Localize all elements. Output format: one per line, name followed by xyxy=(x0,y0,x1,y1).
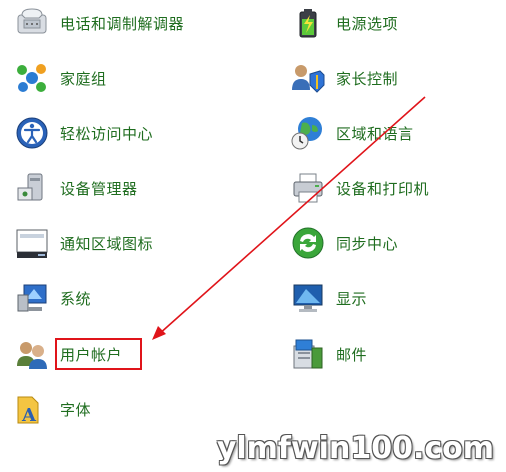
watermark-text: ylmfwin100.com xyxy=(216,431,494,466)
annotation-arrow xyxy=(152,96,426,340)
